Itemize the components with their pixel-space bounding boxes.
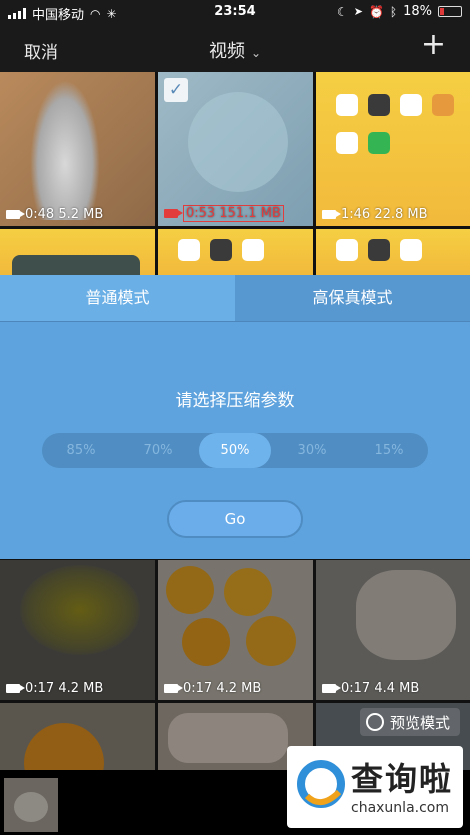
option-15[interactable]: 15% xyxy=(353,433,425,468)
video-meta: 0:48 5.2 MB xyxy=(6,207,103,222)
app-icon xyxy=(432,94,454,116)
preview-mode-label: 预览模式 xyxy=(389,713,450,732)
video-tile[interactable] xyxy=(158,229,313,275)
video-tile[interactable] xyxy=(0,703,155,770)
dim-overlay xyxy=(158,560,313,700)
video-meta: 0:53 151.1 MB xyxy=(164,205,284,222)
dim-overlay xyxy=(0,560,155,700)
status-bar: 中国移动 ◠ ✳ 23:54 ☾ ➤ ⏰ ᛒ 18% xyxy=(0,0,470,24)
checkmark-icon[interactable]: ✓ xyxy=(164,78,188,102)
tab-high-fidelity-mode[interactable]: 高保真模式 xyxy=(235,275,470,321)
video-meta: 0:17 4.4 MB xyxy=(322,681,419,696)
video-tile[interactable] xyxy=(0,229,155,275)
app-icon xyxy=(368,132,390,154)
video-camera-icon xyxy=(164,684,183,693)
thumbnail-image xyxy=(188,92,288,192)
video-tile[interactable]: ✓ 0:53 151.1 MB xyxy=(158,72,313,226)
app-icon xyxy=(336,94,358,116)
option-85[interactable]: 85% xyxy=(45,433,117,468)
app-icon xyxy=(210,239,232,261)
video-meta: 0:17 4.2 MB xyxy=(164,681,261,696)
brand-name: 查询啦 xyxy=(351,760,454,798)
bluetooth-icon: ᛒ xyxy=(389,4,398,19)
video-camera-icon xyxy=(6,210,25,219)
moon-icon: ☾ xyxy=(336,4,348,19)
status-right: ☾ ➤ ⏰ ᛒ 18% xyxy=(337,4,462,19)
video-camera-icon xyxy=(322,210,341,219)
video-camera-icon xyxy=(164,209,183,218)
app-icon xyxy=(368,239,390,261)
app-icon xyxy=(336,239,358,261)
battery-percent: 18% xyxy=(403,4,432,19)
album-selector[interactable]: 视频 ⌄ xyxy=(0,37,470,63)
video-meta: 1:46 22.8 MB xyxy=(322,207,428,222)
app-icon xyxy=(178,239,200,261)
app-icon xyxy=(400,94,422,116)
brand-logo-icon xyxy=(297,760,345,808)
selected-thumbnail[interactable] xyxy=(4,778,58,832)
compression-options: 85% 70% 50% 30% 15% xyxy=(42,433,428,468)
app-icon xyxy=(368,94,390,116)
dialog-title: 请选择压缩参数 xyxy=(175,391,295,411)
thumbnail-image xyxy=(14,792,48,822)
tab-normal-mode[interactable]: 普通模式 xyxy=(0,275,235,321)
compression-dialog: 普通模式 高保真模式 请选择压缩参数 85% 70% 50% 30% 15% G… xyxy=(0,275,470,559)
go-button[interactable]: Go xyxy=(167,500,303,538)
app-icon xyxy=(336,132,358,154)
nav-bar: 取消 视频 ⌄ + xyxy=(0,24,470,72)
alarm-icon: ⏰ xyxy=(368,4,384,19)
video-tile[interactable]: 0:17 4.2 MB xyxy=(0,560,155,700)
option-50[interactable]: 50% xyxy=(199,433,271,468)
option-70[interactable]: 70% xyxy=(122,433,194,468)
watermark: 查询啦 chaxunla.com xyxy=(287,746,463,828)
add-button[interactable]: + xyxy=(421,30,446,60)
location-icon: ➤ xyxy=(353,5,363,18)
radio-icon xyxy=(365,713,384,731)
video-tile[interactable]: 0:48 5.2 MB xyxy=(0,72,155,226)
video-tile[interactable] xyxy=(316,229,470,275)
thumbnail-image xyxy=(30,80,100,220)
video-tile[interactable]: 0:17 4.2 MB xyxy=(158,560,313,700)
thumbnail-image xyxy=(12,255,140,275)
video-camera-icon xyxy=(6,684,25,693)
video-tile[interactable]: 0:17 4.4 MB xyxy=(316,560,470,700)
app-icon xyxy=(242,239,264,261)
dim-overlay xyxy=(0,703,155,770)
chevron-down-icon: ⌄ xyxy=(250,46,262,60)
preview-mode-toggle[interactable]: 预览模式 xyxy=(359,708,460,736)
mode-tabs: 普通模式 高保真模式 xyxy=(0,275,470,321)
video-camera-icon xyxy=(322,684,341,693)
video-meta: 0:17 4.2 MB xyxy=(6,681,103,696)
divider xyxy=(0,321,470,322)
battery-icon xyxy=(438,6,462,17)
brand-url: chaxunla.com xyxy=(351,800,449,816)
app-icon xyxy=(400,239,422,261)
dim-overlay xyxy=(316,560,470,700)
page-title: 视频 xyxy=(208,41,245,62)
video-tile[interactable]: 1:46 22.8 MB xyxy=(316,72,470,226)
option-30[interactable]: 30% xyxy=(276,433,348,468)
